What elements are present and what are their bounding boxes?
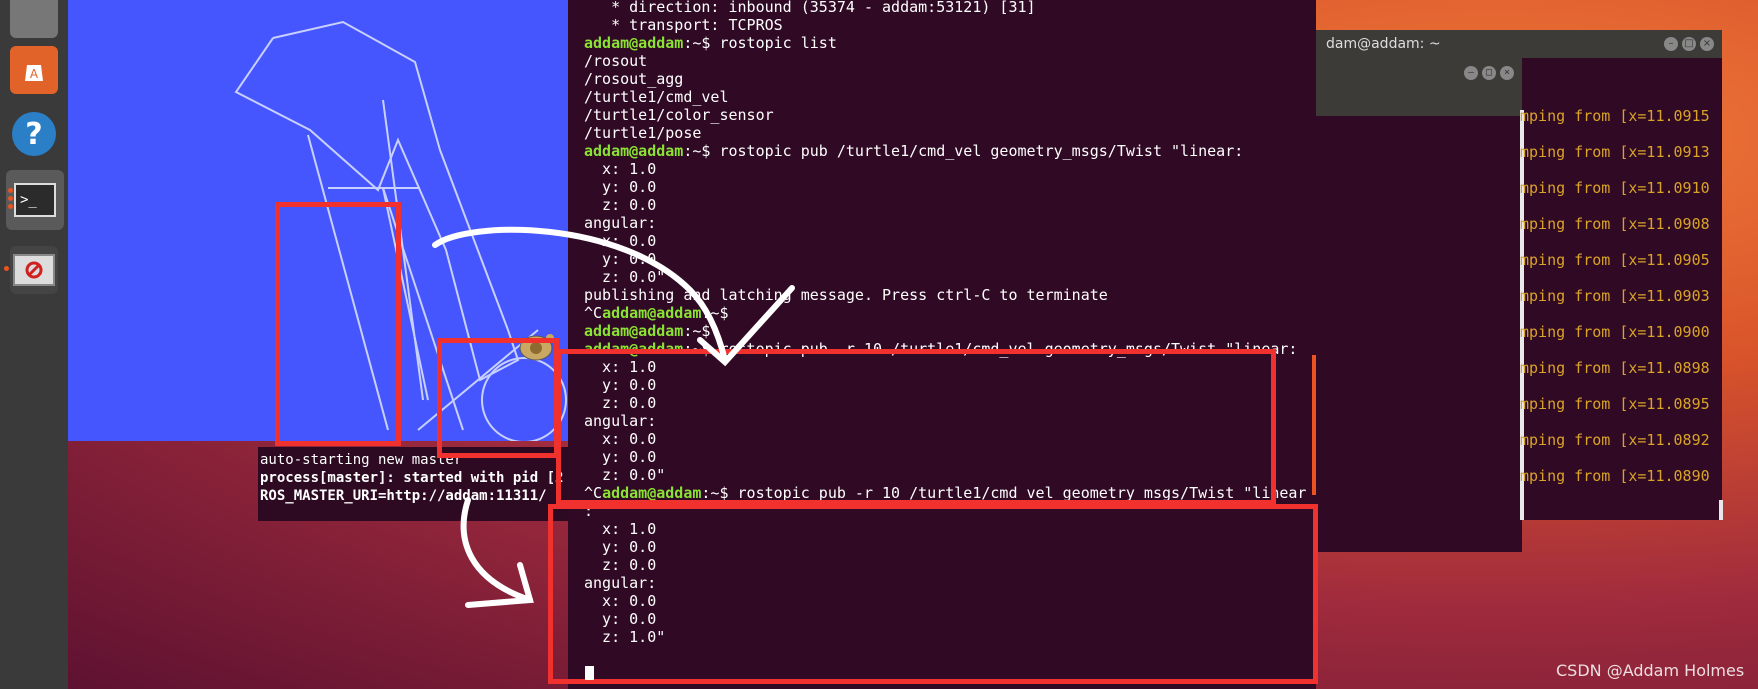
watermark: CSDN @Addam Holmes xyxy=(1556,661,1745,680)
text-cursor xyxy=(585,666,594,680)
arrow-annotations xyxy=(432,226,795,608)
